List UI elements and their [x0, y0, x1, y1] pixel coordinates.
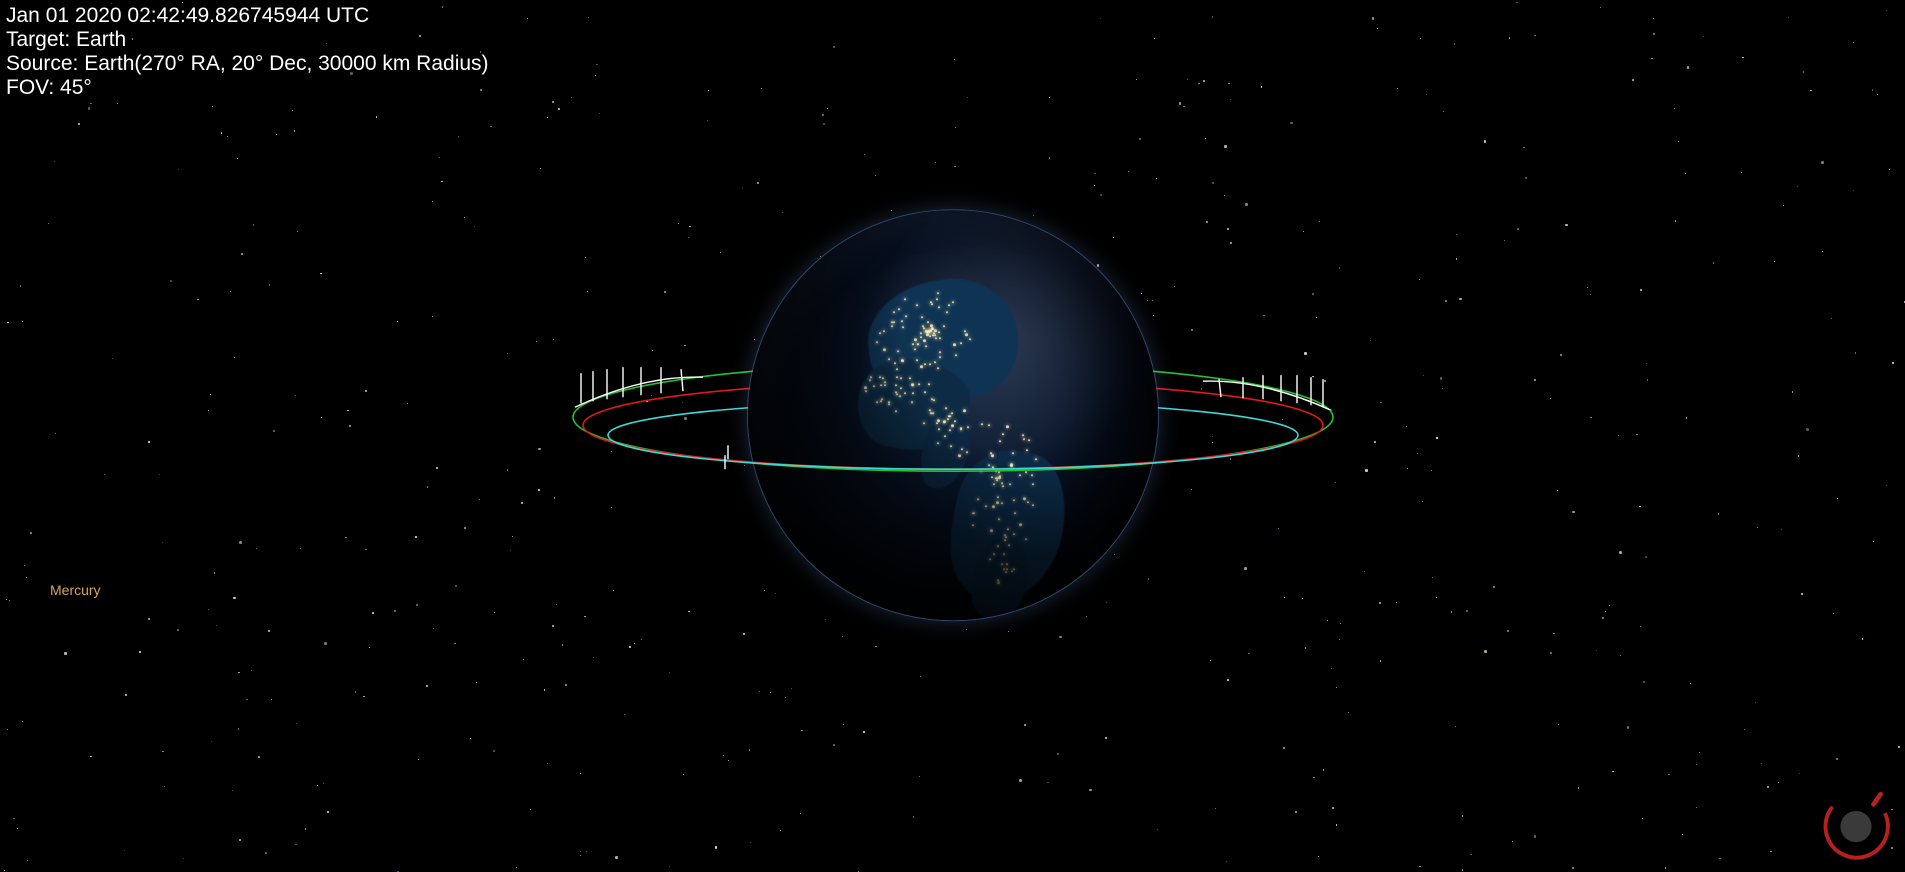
- earth-globe[interactable]: [748, 210, 1158, 620]
- orbit-bounds-left: [575, 367, 703, 407]
- viewport-3d[interactable]: Jan 01 2020 02:42:49.826745944 UTC Targe…: [0, 0, 1905, 872]
- city-lights: [748, 210, 1158, 620]
- orbit-bounds-right: [1203, 375, 1333, 411]
- app-logo-icon: [1817, 786, 1895, 864]
- earth-scene[interactable]: [553, 155, 1353, 675]
